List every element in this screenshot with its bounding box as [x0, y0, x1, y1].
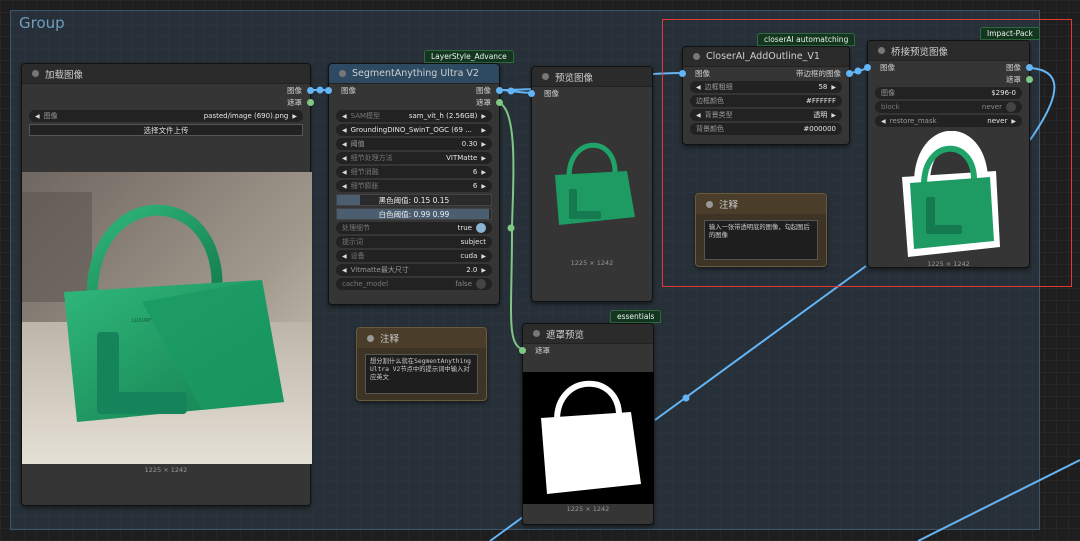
bg-type-select[interactable]: ◀ 背景类型 透明 ▶	[690, 109, 842, 121]
output-image-socket[interactable]	[846, 69, 853, 77]
prompt-field[interactable]: 提示词 subject	[336, 236, 492, 248]
note-text[interactable]: 输入一张带透明底的图像，勾起图后的图像	[704, 220, 818, 260]
segment-node[interactable]: SegmentAnything Ultra V2 图像 图像 遮罩 ◀ SAM模型 s…	[325, 63, 503, 305]
mask-preview-node[interactable]: 遮罩预览 遮罩 1225 × 1242	[519, 323, 654, 525]
svg-text:LUXURY: LUXURY	[132, 318, 152, 324]
vitmatte-max-field[interactable]: ◀ Vitmatte最大尺寸 2.0 ▶	[336, 264, 492, 276]
output-mask-socket[interactable]	[496, 98, 503, 106]
outline-badge: closerAI automatching	[757, 33, 856, 46]
wire-long-3	[917, 459, 1080, 541]
note-node-2[interactable]: 注释 输入一张带透明底的图像，勾起图后的图像	[695, 193, 827, 267]
bg-color-field[interactable]: 背景颜色 #000000	[690, 123, 842, 135]
white-point-slider[interactable]: 白色阈值: 0.99 0.99	[336, 208, 492, 220]
wire-long-2	[489, 516, 524, 541]
input-mask-socket[interactable]	[519, 346, 526, 354]
detail-erode-field[interactable]: ◀ 细节消融 6 ▶	[336, 166, 492, 178]
outline-node[interactable]: CloserAI_AddOutline_V1 图像 带边框的图像 ◀ 边框粗细 58 ▶…	[679, 46, 853, 145]
device-select[interactable]: ◀ 设备 cuda ▶	[336, 250, 492, 262]
bridge-preview-node[interactable]: 桥接预览图像 图像 图像 遮罩 图像 $296-0 block never ◀ rest…	[864, 40, 1033, 268]
preview-thumbnail	[541, 137, 645, 243]
bag-photo: LUXURY	[22, 172, 312, 464]
output-image-socket[interactable]	[496, 86, 503, 94]
sam-model-select[interactable]: ◀ SAM模型 sam_vit_h (2.56GB) ▶	[336, 110, 492, 122]
cache-model-toggle[interactable]: cache_model false	[336, 278, 492, 290]
outline-width-field[interactable]: ◀ 边框粗细 58 ▶	[690, 81, 842, 93]
output-mask-socket[interactable]	[1026, 75, 1033, 83]
input-image-socket[interactable]	[528, 89, 535, 97]
threshold-field[interactable]: ◀ 阈值 0.30 ▶	[336, 138, 492, 150]
output-mask-label: 遮罩	[287, 97, 302, 107]
output-image-socket[interactable]	[1026, 63, 1033, 71]
output-image-label: 图像	[287, 85, 302, 95]
segment-badge: LayerStyle_Advance	[424, 50, 514, 63]
detail-dilate-field[interactable]: ◀ 细节膨胀 6 ▶	[336, 180, 492, 192]
output-image-socket[interactable]	[307, 86, 314, 94]
mask-preview-badge: essentials	[610, 310, 662, 323]
output-mask-socket[interactable]	[307, 98, 314, 106]
detail-method-select[interactable]: ◀ 细节处理方法 VITMatte ▶	[336, 152, 492, 164]
image-select[interactable]: ◀ 图像 pasted/image (690).png ▶	[29, 110, 303, 122]
mask-thumbnail	[523, 372, 654, 504]
restore-mask-select[interactable]: ◀ restore_mask never ▶	[875, 115, 1022, 127]
input-image-socket[interactable]	[325, 86, 332, 94]
input-image-socket[interactable]	[679, 69, 686, 77]
image-size: 1225 × 1242	[144, 466, 188, 474]
node-title: SegmentAnything Ultra V2	[352, 68, 479, 79]
process-detail-toggle[interactable]: 处理细节 true	[336, 222, 492, 234]
black-point-slider[interactable]: 黑色阈值: 0.15 0.15	[336, 194, 492, 206]
load-image-node[interactable]: 加载图像 图像 遮罩 ◀ 图像 pasted/image (690).png ▶ 选择…	[21, 63, 314, 506]
outlined-bag-thumbnail	[896, 131, 1004, 261]
preview-image-node[interactable]: 预览图像 图像 1225 × 1242	[528, 66, 653, 302]
input-image-socket[interactable]	[864, 63, 871, 71]
grounding-model-select[interactable]: ◀ GroundingDINO_SwinT_OGC (69 ... ▶	[336, 124, 492, 136]
bridge-image-field[interactable]: 图像 $296-0	[875, 87, 1022, 99]
block-toggle[interactable]: block never	[875, 101, 1022, 113]
bridge-badge: Impact-Pack	[980, 27, 1040, 40]
node-title: 加载图像	[45, 69, 84, 81]
outline-color-field[interactable]: 边框颜色 #FFFFFF	[690, 95, 842, 107]
upload-button[interactable]: 选择文件上传	[29, 124, 303, 136]
note-node-1[interactable]: 注释 想分割什么就在SegmentAnything Ultra V2节点中的提示…	[356, 327, 487, 401]
note-text[interactable]: 想分割什么就在SegmentAnything Ultra V2节点中的提示词中输…	[365, 354, 478, 394]
